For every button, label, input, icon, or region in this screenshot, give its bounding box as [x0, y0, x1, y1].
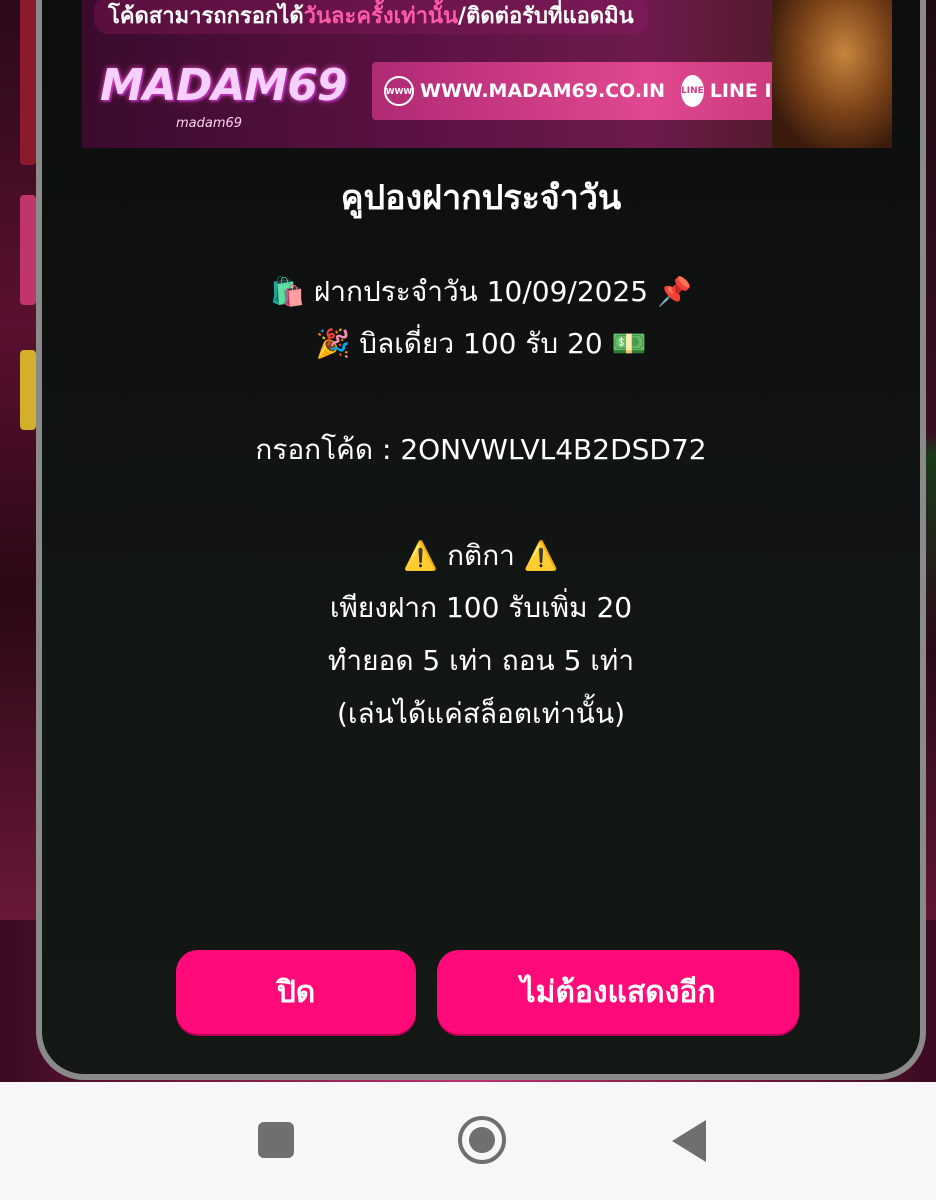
rule-item: เพียงฝาก 100 รับเพิ่ม 20: [329, 591, 633, 624]
recents-icon[interactable]: [258, 1122, 294, 1158]
banner-character-image: [772, 0, 892, 148]
system-navigation-bar: [0, 1082, 936, 1200]
close-button[interactable]: ปิด: [176, 950, 416, 1034]
coupon-modal-body: โค้ดสามารถกรอกได้ วันละครั้งเท่านั้น/ติดต…: [42, 0, 920, 1074]
back-icon[interactable]: [672, 1120, 706, 1162]
coupon-code: กรอกโค้ด : 2ONVWLVL4B2DSD72: [255, 433, 707, 466]
background-thumbnail: [20, 0, 36, 165]
banner-notice-text: โค้ดสามารถกรอกได้: [108, 3, 304, 29]
logo-subtext: madam69: [176, 116, 243, 131]
bonus-text: บิลเดี่ยว 100 รับ 20: [359, 327, 603, 360]
logo-text: MADAM69: [100, 60, 347, 111]
madam69-logo: MADAM69 madam69: [100, 52, 347, 142]
warning-icon: ⚠️: [523, 539, 559, 572]
website-url: WWW.MADAM69.CO.IN: [420, 80, 666, 102]
promo-banner: โค้ดสามารถกรอกได้ วันละครั้งเท่านั้น/ติดต…: [82, 0, 892, 148]
line-app-icon: LINE: [681, 75, 704, 107]
banner-notice-text-end: /ติดต่อรับที่แอดมิน: [458, 3, 634, 29]
rule-item: ทำยอด 5 เท่า ถอน 5 เท่า: [327, 644, 635, 677]
pushpin-icon: 📌: [657, 275, 692, 308]
coupon-modal: โค้ดสามารถกรอกได้ วันละครั้งเท่านั้น/ติดต…: [36, 0, 926, 1080]
shopping-bag-icon: 🛍️: [270, 275, 305, 308]
rules-title: กติกา: [447, 539, 515, 572]
modal-title: คูปองฝากประจำวัน: [340, 178, 622, 218]
party-popper-icon: 🎉: [315, 327, 351, 360]
bonus-line: 🎉 บิลเดี่ยว 100 รับ 20 💵: [42, 322, 920, 366]
home-icon[interactable]: [458, 1116, 506, 1164]
deposit-date-text: ฝากประจำวัน 10/09/2025: [313, 275, 649, 308]
warning-icon: ⚠️: [403, 539, 439, 572]
globe-icon: WWW: [384, 76, 414, 106]
banner-notice-highlight: วันละครั้งเท่านั้น: [303, 3, 459, 29]
rules-heading: ⚠️ กติกา ⚠️: [42, 534, 920, 578]
banner-notice: โค้ดสามารถกรอกได้ วันละครั้งเท่านั้น/ติดต…: [94, 0, 648, 34]
dont-show-again-button[interactable]: ไม่ต้องแสดงอีก: [437, 950, 799, 1034]
money-icon: 💵: [611, 327, 647, 360]
background-thumbnail: [20, 350, 36, 430]
background-thumbnail: [20, 195, 36, 305]
deposit-date-line: 🛍️ ฝากประจำวัน 10/09/2025 📌: [42, 270, 920, 314]
rule-item: (เล่นได้แค่สล็อตเท่านั้น): [336, 697, 626, 730]
